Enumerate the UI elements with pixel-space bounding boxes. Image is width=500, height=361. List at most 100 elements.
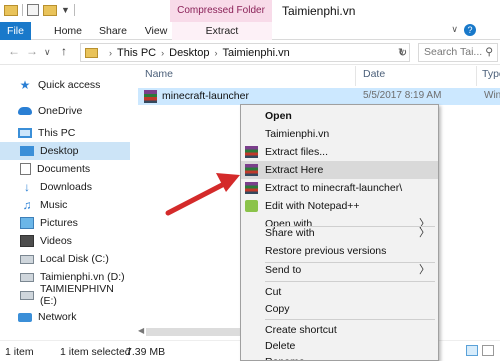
sidebar-item-label: Pictures [40, 217, 78, 229]
tab-file[interactable]: File [0, 22, 31, 40]
downloads-icon: ↓ [24, 180, 30, 194]
tab-extract[interactable]: Extract [172, 22, 272, 40]
menu-item-label: Send to [265, 264, 302, 276]
back-arrow-icon[interactable]: ← [8, 44, 20, 58]
menu-item-label: Extract files... [265, 146, 329, 158]
network-icon [18, 312, 32, 322]
column-header-name[interactable]: Name [145, 68, 173, 80]
desktop-icon [20, 146, 34, 156]
window-title: Taimienphi.vn [282, 4, 356, 18]
menu-item-cut[interactable]: Cut [241, 283, 438, 301]
properties-icon[interactable] [27, 4, 39, 16]
ribbon-tabs: File Home Share View Extract ∨ ? [0, 22, 500, 40]
menu-item-extract-here[interactable]: Extract Here [241, 161, 438, 179]
sidebar-item-local-disk-c[interactable]: Local Disk (C:) [0, 250, 130, 268]
sidebar-item-pictures[interactable]: Pictures [0, 214, 130, 232]
sidebar-item-documents[interactable]: Documents [0, 160, 130, 178]
column-header-type[interactable]: Type [482, 68, 500, 80]
toolbar-divider [73, 4, 75, 16]
star-icon: ★ [19, 78, 31, 92]
drive-icon [20, 290, 34, 300]
winrar-icon [245, 182, 258, 194]
search-icon[interactable]: ⚲ [485, 44, 493, 61]
navigation-pane: ★ Quick access OneDrive This PC Desktop … [0, 66, 130, 340]
menu-item-restore-previous[interactable]: Restore previous versions [241, 242, 438, 260]
breadcrumb-this-pc[interactable]: This PC [117, 47, 156, 59]
pictures-icon [20, 217, 34, 229]
breadcrumb-current-folder[interactable]: Taimienphi.vn [222, 47, 289, 59]
file-date: 5/5/2017 8:19 AM [363, 90, 442, 101]
customize-toolbar-chevron-icon[interactable]: ▼ [61, 5, 70, 15]
search-box[interactable]: Search Tai... ⚲ [418, 43, 498, 62]
menu-item-share-with[interactable]: Share with 〉 [241, 224, 438, 242]
videos-icon [20, 235, 34, 247]
menu-divider [265, 319, 435, 320]
sidebar-item-label: Quick access [38, 79, 101, 91]
column-header-date[interactable]: Date [363, 68, 385, 80]
search-placeholder: Search Tai... [424, 46, 483, 58]
title-bar: ▼ Compressed Folder Tools Taimienphi.vn [0, 0, 500, 38]
tab-share[interactable]: Share [95, 22, 131, 40]
menu-item-copy[interactable]: Copy [241, 300, 438, 318]
sidebar-item-label: TAIMIENPHIVN (E:) [40, 283, 114, 307]
breadcrumb-separator-icon[interactable]: › [109, 48, 112, 58]
recent-locations-chevron-icon[interactable]: ∨ [44, 47, 51, 58]
refresh-icon[interactable]: ↻ [398, 46, 407, 59]
forward-arrow-icon[interactable]: → [26, 44, 38, 58]
column-divider[interactable] [355, 66, 356, 86]
documents-icon [20, 163, 31, 175]
horizontal-scrollbar[interactable] [146, 328, 242, 336]
large-icons-view-icon[interactable] [482, 345, 494, 356]
breadcrumb-desktop[interactable]: Desktop [169, 47, 209, 59]
sidebar-item-desktop[interactable]: Desktop [0, 142, 130, 160]
menu-item-label: Extract to minecraft-launcher\ [265, 182, 403, 194]
menu-item-rename[interactable]: Rename [241, 353, 438, 360]
menu-item-taimienphi[interactable]: Taimienphi.vn [241, 125, 438, 143]
help-icon[interactable]: ? [464, 24, 476, 36]
tab-home[interactable]: Home [50, 22, 86, 40]
sidebar-item-label: This PC [38, 127, 76, 139]
details-view-icon[interactable] [466, 345, 478, 356]
winrar-archive-icon [144, 90, 157, 103]
sidebar-item-onedrive[interactable]: OneDrive [0, 102, 130, 120]
file-row-minecraft-launcher[interactable]: minecraft-launcher 5/5/2017 8:19 AM WinR [138, 88, 500, 105]
menu-item-open[interactable]: Open [241, 107, 438, 125]
menu-item-edit-notepad[interactable]: Edit with Notepad++ [241, 197, 438, 215]
sidebar-item-music[interactable]: ♫ Music [0, 196, 130, 214]
tab-view[interactable]: View [140, 22, 172, 40]
drive-icon [20, 272, 34, 282]
address-bar[interactable]: › This PC › Desktop › Taimienphi.vn ∨ [80, 43, 410, 62]
sidebar-item-label: Documents [37, 163, 91, 175]
expand-ribbon-chevron-icon[interactable]: ∨ [451, 24, 458, 35]
breadcrumb-separator-icon[interactable]: › [214, 48, 217, 58]
up-arrow-icon[interactable]: ↑ [61, 44, 67, 58]
sidebar-item-label: Local Disk (C:) [40, 253, 109, 265]
selection-size: 7.39 MB [126, 346, 166, 358]
file-type: WinR [484, 90, 500, 101]
sidebar-item-label: Downloads [40, 181, 92, 193]
sidebar-item-videos[interactable]: Videos [0, 232, 130, 250]
scroll-left-arrow-icon[interactable]: ◀ [138, 326, 144, 335]
sidebar-item-quick-access[interactable]: ★ Quick access [0, 76, 130, 94]
new-folder-icon[interactable] [43, 4, 57, 16]
selection-count: 1 item selected [60, 346, 131, 358]
sidebar-item-label: OneDrive [38, 105, 83, 117]
drive-icon [20, 254, 34, 264]
sidebar-item-this-pc[interactable]: This PC [0, 124, 130, 142]
sidebar-item-label: Desktop [40, 145, 79, 157]
computer-icon [18, 128, 32, 138]
compressed-folder-tools-tab[interactable]: Compressed Folder Tools [170, 0, 272, 38]
sidebar-item-downloads[interactable]: ↓ Downloads [0, 178, 130, 196]
menu-item-extract-files[interactable]: Extract files... [241, 143, 438, 161]
menu-item-label: Edit with Notepad++ [265, 200, 360, 212]
column-divider[interactable] [476, 66, 477, 86]
context-menu: Open Taimienphi.vn Extract files... Extr… [240, 104, 439, 361]
breadcrumb-separator-icon[interactable]: › [161, 48, 164, 58]
menu-item-send-to[interactable]: Send to 〉 [241, 261, 438, 279]
menu-divider [265, 281, 435, 282]
sidebar-item-network[interactable]: Network [0, 308, 130, 326]
sidebar-item-drive-e[interactable]: TAIMIENPHIVN (E:) [0, 283, 130, 307]
sidebar-item-label: Videos [40, 235, 72, 247]
menu-item-extract-to-folder[interactable]: Extract to minecraft-launcher\ [241, 179, 438, 197]
folder-icon [85, 47, 98, 58]
